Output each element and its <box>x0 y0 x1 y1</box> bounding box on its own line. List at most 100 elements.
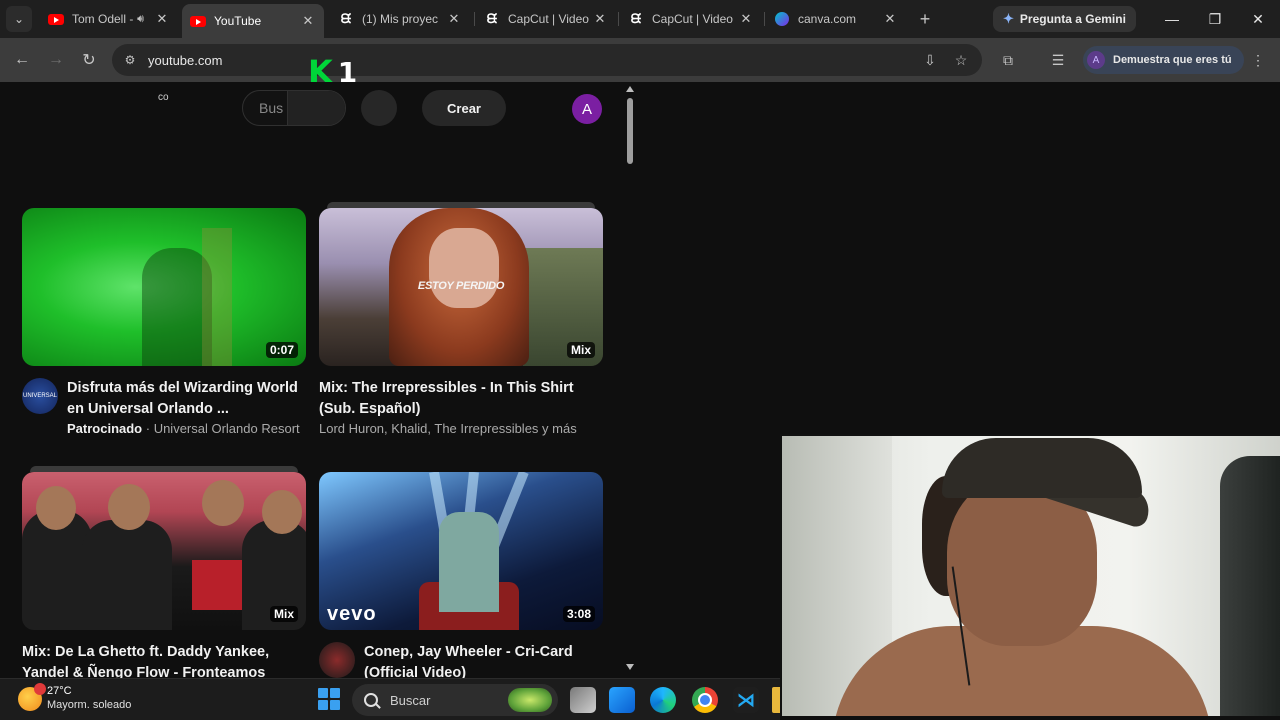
tab-separator <box>618 12 619 26</box>
duration-badge: 0:07 <box>265 342 298 358</box>
restore-window-button[interactable]: ❐ <box>1204 8 1226 30</box>
address-bar[interactable]: ⚙︎ youtube.com ⇩ ☆ <box>112 44 982 76</box>
video-title[interactable]: Mix: De La Ghetto ft. Daddy Yankee, Yand… <box>22 642 306 678</box>
video-card[interactable]: Mix Mix: De La Ghetto ft. Daddy Yankee, … <box>22 466 306 678</box>
tab-title: CapCut | Video <box>652 12 733 26</box>
task-view-icon[interactable] <box>570 687 596 713</box>
url-text[interactable]: youtube.com <box>148 53 222 68</box>
windows-taskbar: 27°C Mayorm. soleado Buscar ⋊ <box>0 678 780 720</box>
forward-button[interactable]: → <box>44 48 68 72</box>
tab-title: (1) Mis proyec <box>362 12 439 26</box>
vevo-logo: vevo <box>327 603 377 625</box>
video-card[interactable]: 0:07 UNIVERSAL Disfruta más del Wizardin… <box>22 208 306 436</box>
search-input[interactable]: Bus <box>243 100 287 116</box>
duration-badge: 3:08 <box>562 606 595 622</box>
video-thumbnail[interactable]: vevo 3:08 <box>319 472 603 630</box>
sponsored-label: Patrocinado <box>67 421 143 436</box>
canva-icon <box>774 11 790 27</box>
search-icon <box>364 693 378 707</box>
account-avatar[interactable]: A <box>572 94 602 124</box>
tab-separator <box>474 12 475 26</box>
close-tab-icon[interactable]: ✕ <box>300 13 316 29</box>
profile-label: Demuestra que eres tú <box>1113 54 1232 66</box>
youtube-logo-text[interactable]: co <box>158 92 169 103</box>
tab-title: CapCut | Video <box>508 12 589 26</box>
tab-tom-odell[interactable]: Tom Odell - 🔊︎ ✕ <box>40 4 178 34</box>
scroll-up-arrow-icon[interactable] <box>626 86 634 92</box>
video-thumbnail[interactable]: Mix <box>22 472 306 630</box>
media-controls-icon[interactable]: ☰ <box>1046 48 1070 72</box>
tab-separator <box>764 12 765 26</box>
close-tab-icon[interactable]: ✕ <box>592 11 608 27</box>
page-scrollbar[interactable] <box>624 82 638 678</box>
file-explorer-icon[interactable] <box>772 687 780 713</box>
close-tab-icon[interactable]: ✕ <box>882 11 898 27</box>
capcut-icon: ᙙ <box>630 11 642 26</box>
chrome-browser-icon[interactable] <box>692 687 718 713</box>
close-tab-icon[interactable]: ✕ <box>154 11 170 27</box>
edge-browser-icon[interactable] <box>650 687 676 713</box>
channel-avatar-text: UNIVERSAL <box>22 393 57 399</box>
microsoft-store-icon[interactable] <box>609 687 635 713</box>
capcut-icon: ᙙ <box>486 11 498 26</box>
vscode-icon[interactable]: ⋊ <box>733 687 759 713</box>
gemini-sparkle-icon: ✦ <box>1003 11 1014 26</box>
tab-title: canva.com <box>798 12 857 26</box>
close-window-button[interactable]: ✕ <box>1247 8 1269 30</box>
video-thumbnail[interactable]: 0:07 <box>22 208 306 366</box>
tab-mis-proyectos[interactable]: ᙙ (1) Mis proyec ✕ <box>330 4 470 34</box>
weather-description[interactable]: Mayorm. soleado <box>47 699 131 711</box>
tab-title: Tom Odell - <box>72 12 134 26</box>
weather-temperature[interactable]: 27°C <box>47 685 72 697</box>
tab-canva[interactable]: canva.com ✕ <box>766 4 906 34</box>
video-title[interactable]: Disfruta más del Wizarding World en Univ… <box>67 378 306 420</box>
voice-search-button[interactable] <box>361 90 397 126</box>
install-app-icon[interactable]: ⇩ <box>918 48 942 72</box>
video-channel-line: Patrocinado · Universal Orlando Resort <box>67 421 300 436</box>
search-button[interactable] <box>287 91 345 125</box>
video-title[interactable]: Conep, Jay Wheeler - Cri-Card (Official … <box>364 642 603 678</box>
youtube-icon <box>48 11 64 27</box>
screen: ⌄ Tom Odell - 🔊︎ ✕ YouTube ✕ ᙙ (1) Mis p… <box>0 0 1280 720</box>
weather-icon[interactable] <box>18 683 46 711</box>
profile-button[interactable]: A Demuestra que eres tú <box>1083 46 1244 74</box>
video-title[interactable]: Mix: The Irrepressibles - In This Shirt … <box>319 378 603 420</box>
scrollbar-thumb[interactable] <box>627 98 633 164</box>
browser-toolbar: ← → ↻ ⚙︎ youtube.com ⇩ ☆ ⧉ ☰ A Demuestra… <box>0 38 1280 82</box>
close-tab-icon[interactable]: ✕ <box>446 11 462 27</box>
youtube-search-box[interactable]: Bus <box>242 90 346 126</box>
site-info-icon[interactable]: ⚙︎ <box>118 48 142 72</box>
tab-title: YouTube <box>214 14 262 28</box>
channel-avatar[interactable]: UNIVERSAL <box>22 378 58 414</box>
video-thumbnail[interactable]: ESTOY PERDIDO Mix <box>319 208 603 366</box>
back-button[interactable]: ← <box>10 48 34 72</box>
youtube-page: co Bus Crear A 0:07 UNIVERSAL Disfruta m… <box>0 82 640 678</box>
reload-button[interactable]: ↻ <box>77 48 101 72</box>
channel-name[interactable]: Universal Orlando Resort <box>154 421 300 436</box>
tab-search-dropdown-button[interactable]: ⌄ <box>6 6 32 32</box>
create-button[interactable]: Crear <box>422 90 506 126</box>
channel-name[interactable]: Lord Huron, Khalid, The Irrepressibles y… <box>319 421 603 436</box>
mix-badge: Mix <box>566 342 595 358</box>
webcam-overlay <box>780 434 1280 716</box>
browser-tab-strip: ⌄ Tom Odell - 🔊︎ ✕ YouTube ✕ ᙙ (1) Mis p… <box>0 0 1280 38</box>
new-tab-button[interactable]: + <box>914 8 936 30</box>
minimize-window-button[interactable]: — <box>1161 8 1183 30</box>
close-tab-icon[interactable]: ✕ <box>738 11 754 27</box>
search-highlight-icon <box>508 688 552 712</box>
video-card[interactable]: vevo 3:08 Conep, Jay Wheeler - Cri-Card … <box>319 472 603 678</box>
bookmark-star-icon[interactable]: ☆ <box>949 48 973 72</box>
profile-avatar: A <box>1087 51 1105 69</box>
tab-youtube[interactable]: YouTube ✕ <box>182 4 324 38</box>
extensions-icon[interactable]: ⧉ <box>996 48 1020 72</box>
tab-capcut-2[interactable]: ᙙ CapCut | Video ✕ <box>620 4 762 34</box>
speaker-icon[interactable]: 🔊︎ <box>137 13 144 26</box>
channel-avatar[interactable] <box>319 642 355 678</box>
scroll-down-arrow-icon[interactable] <box>626 664 634 670</box>
taskbar-search[interactable]: Buscar <box>352 684 558 716</box>
video-card[interactable]: ESTOY PERDIDO Mix Mix: The Irrepressible… <box>319 202 603 436</box>
menu-kebab-icon[interactable]: ⋮ <box>1246 48 1270 72</box>
tab-capcut-1[interactable]: ᙙ CapCut | Video ✕ <box>476 4 616 34</box>
start-button[interactable] <box>318 688 340 710</box>
ask-gemini-button[interactable]: ✦ Pregunta a Gemini <box>993 6 1136 32</box>
